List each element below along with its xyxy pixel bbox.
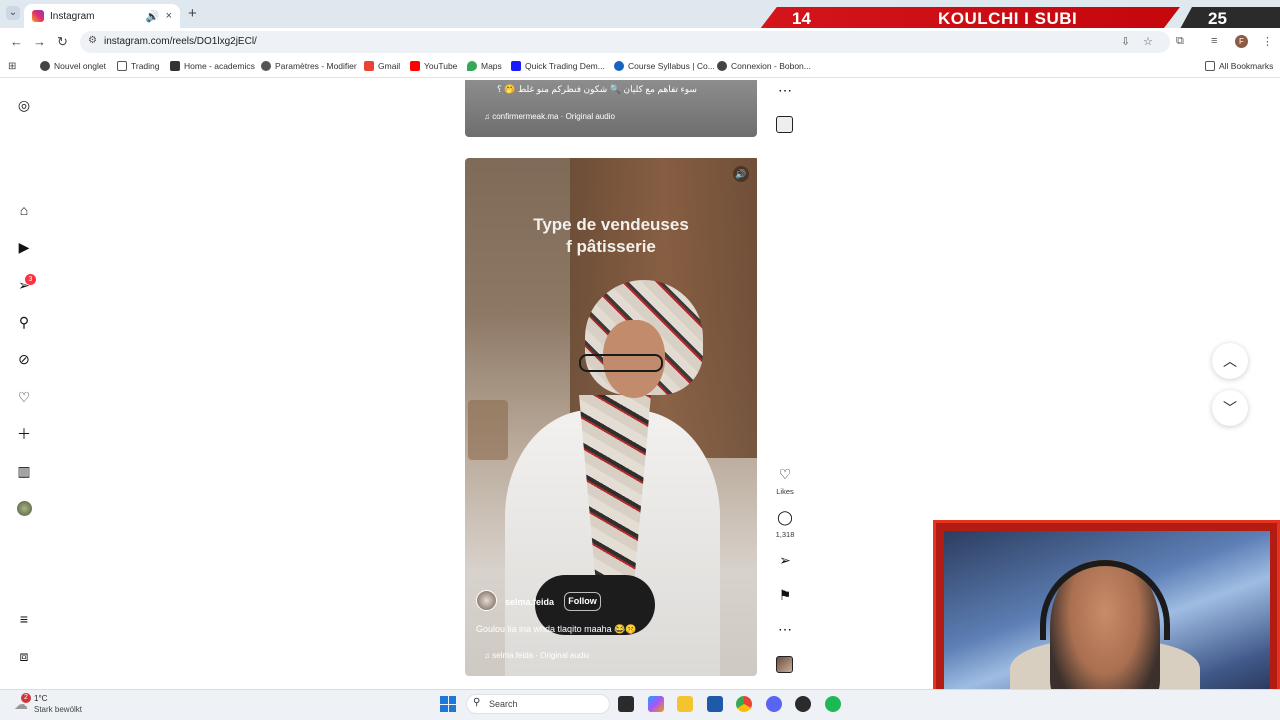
trading-icon: [511, 61, 521, 71]
tab-close-button[interactable]: ×: [166, 10, 172, 22]
save-bookmark-icon[interactable]: ⚑: [776, 587, 794, 603]
likes-label: Likes: [776, 487, 794, 496]
instagram-sidebar: [0, 79, 48, 689]
audio-thumbnail[interactable]: [776, 656, 793, 673]
also-from-meta-icon[interactable]: ⧈: [16, 648, 32, 664]
reels-icon[interactable]: ▶: [16, 239, 32, 255]
dashboard-icon[interactable]: ▥: [16, 463, 32, 479]
instagram-favicon-icon: [32, 10, 44, 22]
banner-dark-panel: [1180, 7, 1280, 29]
reel-background-shelf: [468, 400, 508, 460]
store-icon[interactable]: [707, 696, 723, 712]
reload-button[interactable]: ↻: [57, 34, 68, 50]
settings-icon: [261, 61, 271, 71]
follow-button[interactable]: Follow: [564, 592, 601, 611]
bookmark-6[interactable]: Maps: [467, 61, 502, 71]
comments-count: 1,318: [775, 530, 795, 539]
weather-description[interactable]: Stark bewölkt: [34, 705, 82, 714]
tab-title: Instagram: [50, 10, 95, 22]
more-menu-icon[interactable]: ≡: [16, 611, 32, 627]
author-name[interactable]: selma.feida: [505, 597, 554, 607]
more-options-icon[interactable]: ⋯: [776, 621, 794, 637]
next-reel-chevron-down-icon[interactable]: ﹀: [1212, 390, 1248, 426]
discord-icon[interactable]: [766, 696, 782, 712]
home-icon[interactable]: ⌂: [16, 202, 32, 218]
url-text[interactable]: instagram.com/reels/DO1lxg2jECl/: [104, 36, 257, 47]
site-info-icon[interactable]: ⚙: [88, 35, 97, 46]
obs-icon[interactable]: [795, 696, 811, 712]
search-icon: ⚲: [473, 697, 481, 708]
taskbar-search-input[interactable]: Search: [466, 694, 610, 714]
reel-title-overlay: Type de vendeuses f pâtisserie: [533, 215, 689, 256]
bookmark-8[interactable]: Course Syllabus | Co...: [614, 61, 715, 71]
media-control-icon[interactable]: ≡: [1211, 35, 1217, 47]
previous-audio-thumbnail[interactable]: [776, 116, 793, 133]
course-icon: [614, 61, 624, 71]
notification-badge: 3: [25, 274, 36, 285]
bookmark-3[interactable]: Paramètres - Modifier: [261, 61, 357, 71]
file-explorer-icon[interactable]: [677, 696, 693, 712]
create-plus-icon[interactable]: ＋: [16, 426, 32, 442]
previous-reel-chevron-up-icon[interactable]: ︿: [1212, 343, 1248, 379]
bookmark-9[interactable]: Connexion - Bobon...: [717, 61, 811, 71]
reel-person-glasses: [579, 354, 663, 372]
apps-grid-icon[interactable]: ⊞: [8, 61, 16, 72]
tab-search-chevron-icon[interactable]: ⌄: [6, 6, 20, 20]
spotify-icon[interactable]: [825, 696, 841, 712]
bookmark-5[interactable]: YouTube: [410, 61, 457, 71]
profile-avatar[interactable]: F: [1235, 35, 1248, 48]
speaker-icon[interactable]: 🔊: [146, 10, 160, 23]
copilot-icon[interactable]: [648, 696, 664, 712]
banner-count-right: 25: [1208, 9, 1227, 28]
banner-count-left: 14: [792, 9, 811, 28]
bookmark-1[interactable]: Trading: [117, 61, 160, 71]
heart-icon[interactable]: ♡: [16, 389, 32, 405]
new-tab-button[interactable]: +: [188, 5, 197, 22]
chrome-icon[interactable]: [736, 696, 752, 712]
weather-temperature[interactable]: 1°C: [34, 694, 47, 703]
maps-pin-icon: [467, 61, 477, 71]
all-bookmarks[interactable]: All Bookmarks: [1205, 61, 1273, 71]
explore-compass-icon[interactable]: ⊘: [16, 351, 32, 367]
forward-button[interactable]: →: [33, 34, 46, 49]
previous-more-icon[interactable]: ⋯: [776, 82, 794, 98]
share-send-icon[interactable]: ➢: [776, 552, 794, 568]
browser-tab[interactable]: Instagram 🔊 ×: [24, 4, 180, 28]
bookmark-7[interactable]: Quick Trading Dem...: [511, 61, 605, 71]
back-button[interactable]: ←: [10, 34, 23, 49]
bookmark-4[interactable]: Gmail: [364, 61, 400, 71]
instagram-logo-icon[interactable]: ◎: [16, 97, 32, 113]
bookmark-star-icon[interactable]: ☆: [1143, 35, 1153, 48]
chrome-icon: [40, 61, 50, 71]
extensions-icon[interactable]: ⧉: [1176, 35, 1184, 48]
folder-icon: [1205, 61, 1215, 71]
comment-icon[interactable]: ◯: [776, 509, 794, 525]
academics-icon: [170, 61, 180, 71]
menu-kebab-icon[interactable]: ⋮: [1262, 35, 1273, 48]
youtube-icon: [410, 61, 420, 71]
task-view-icon[interactable]: [618, 696, 634, 712]
author-avatar[interactable]: [476, 590, 497, 611]
reel-caption[interactable]: Goulou lia ina whda tlaqito maaha 😂🤫: [476, 624, 637, 635]
gmail-icon: [364, 61, 374, 71]
weather-alert-badge: 2: [21, 693, 31, 703]
install-app-icon[interactable]: ⇩: [1121, 35, 1130, 48]
bookmark-2[interactable]: Home - academics: [170, 61, 255, 71]
profile-avatar-icon[interactable]: [17, 501, 32, 516]
folder-icon: [117, 61, 127, 71]
banner-title: KOULCHI I SUBI: [938, 9, 1078, 28]
reel-audio[interactable]: ♫ selma.feida · Original audio: [484, 651, 590, 660]
windows-start-icon[interactable]: [440, 696, 456, 712]
previous-reel-caption: سوء تفاهم مع كليان 🔍 شكون فنظركم منو غلط…: [497, 84, 697, 94]
connexion-icon: [717, 61, 727, 71]
like-heart-icon[interactable]: ♡: [776, 466, 794, 482]
previous-reel-audio[interactable]: ♫ confirmermeak.ma · Original audio: [484, 112, 615, 121]
windows-taskbar: [0, 689, 1280, 720]
bookmark-0[interactable]: Nouvel onglet: [40, 61, 106, 71]
search-icon[interactable]: ⚲: [16, 314, 32, 330]
sound-toggle-icon[interactable]: 🔊: [733, 166, 749, 182]
